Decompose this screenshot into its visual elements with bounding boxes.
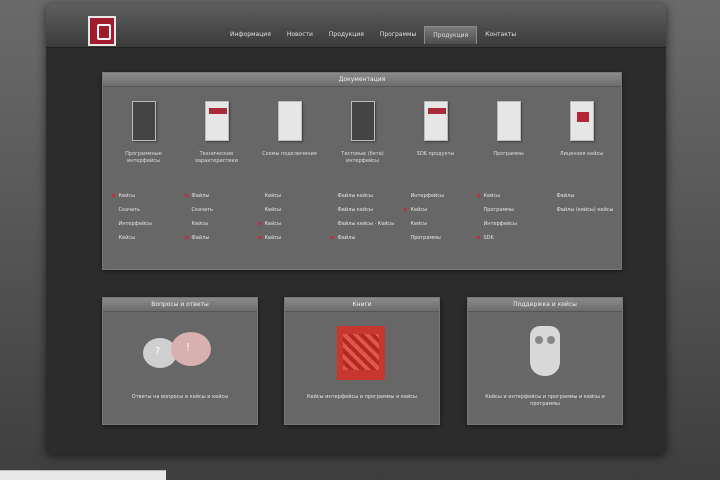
doc-link[interactable]: Кейсы [111,231,177,245]
doc-links: Интерфейсы Кейсы Кейсы Программы [403,189,469,245]
doc-link[interactable]: Файлы кейсы [330,189,396,203]
documentation-panel: Документация Программные интерфейсы Кейсы… [102,72,622,270]
card-title: Книги [285,298,439,312]
doc-link[interactable]: Кейсы [476,189,542,203]
doc-link[interactable]: Кейсы [403,203,469,217]
doc-name[interactable]: Программные интерфейсы [111,151,177,165]
document-thumbnail-icon[interactable] [496,101,521,141]
doc-link[interactable]: Файлы [184,231,250,245]
doc-link[interactable]: Кейсы [257,189,323,203]
doc-name[interactable]: Тестовые (бета) интерфейсы [330,151,396,165]
doc-column: Технические характеристики Файлы Скачать Ке… [180,91,253,245]
doc-name[interactable]: Программы [476,151,542,165]
doc-links: Кейсы Кейсы Кейсы Кейсы [257,189,323,245]
doc-column: SDK продукты Интерфейсы Кейсы Кейсы Программ… [399,91,472,245]
card-caption: Ответы на вопросы и кейсы и кейсы [131,394,229,400]
card-title: Поддержка и кейсы [468,298,622,312]
doc-link[interactable]: Программы [403,231,469,245]
brand-logo[interactable] [88,16,116,46]
card-caption: Кейсы и интерфейсы и программы и кейсы и… [485,394,605,407]
nav-item[interactable]: Продукция [424,26,478,44]
browser-status-bar [0,470,166,480]
doc-column: Программные интерфейсы Кейсы Скачать Интерф… [107,91,180,245]
doc-link[interactable]: Кейсы [184,217,250,231]
card-caption: Кейсы интерфейсы и программы и кейсы [307,394,417,400]
card-books[interactable]: Книги Кейсы интерфейсы и программы и кей… [284,297,440,425]
doc-links: Файлы Файлы (кейсы) кейсы [549,189,615,217]
doc-link[interactable]: Интерфейсы [403,189,469,203]
doc-link[interactable]: SDK [476,231,542,245]
doc-column: Тестовые (бета) интерфейсы Файлы кейсы Фай… [326,91,399,245]
doc-links: Кейсы Программы Интерфейсы SDK [476,189,542,245]
document-thumbnail-icon[interactable] [204,101,229,141]
card-support[interactable]: Поддержка и кейсы Кейсы и интерфейсы и п… [467,297,623,425]
nav-item[interactable]: Программы [372,26,424,44]
doc-link[interactable]: Файлы [330,231,396,245]
document-thumbnail-icon[interactable] [131,101,156,141]
document-thumbnail-icon[interactable] [569,101,594,141]
doc-link[interactable]: Интерфейсы [111,217,177,231]
doc-link[interactable]: Скачать [111,203,177,217]
speech-bubble-icon: ! [171,332,211,366]
main-nav: Информация Новости Продукция Программы Проду… [222,26,524,44]
document-thumbnail-icon[interactable] [423,101,448,141]
doc-column: Лицензия кейсы Файлы Файлы (кейсы) кейсы [545,91,618,245]
document-thumbnail-icon[interactable] [277,101,302,141]
doc-link[interactable]: Файлы (кейсы) кейсы [549,203,615,217]
header-bar: Информация Новости Продукция Программы Проду… [46,4,666,48]
doc-name[interactable]: Технические характеристики [184,151,250,165]
doc-link[interactable]: Скачать [184,203,250,217]
documentation-title: Документация [103,73,621,87]
nav-item[interactable]: Новости [279,26,321,44]
doc-link[interactable]: Файлы [549,189,615,203]
doc-name[interactable]: SDK продукты [403,151,469,165]
doc-link[interactable]: Кейсы [111,189,177,203]
owl-icon [530,326,560,376]
doc-links: Файлы кейсы Файлы кейсы Файлы кейсы · Кейс… [330,189,396,245]
doc-name[interactable]: Схемы подключения [257,151,323,165]
nav-item[interactable]: Контакты [477,26,524,44]
nav-item[interactable]: Информация [222,26,279,44]
doc-name[interactable]: Лицензия кейсы [549,151,615,165]
card-faq[interactable]: Вопросы и ответы ? ! Ответы на вопросы и… [102,297,258,425]
documentation-columns: Программные интерфейсы Кейсы Скачать Интерф… [107,91,619,245]
doc-links: Файлы Скачать Кейсы Файлы [184,189,250,245]
doc-link[interactable]: Кейсы [257,217,323,231]
doc-link[interactable]: Файлы кейсы · Кейсы [330,217,396,231]
doc-column: Схемы подключения Кейсы Кейсы Кейсы Кейсы [253,91,326,245]
nav-item[interactable]: Продукция [321,26,372,44]
doc-link[interactable]: Кейсы [403,217,469,231]
document-thumbnail-icon[interactable] [350,101,375,141]
doc-link[interactable]: Программы [476,203,542,217]
card-title: Вопросы и ответы [103,298,257,312]
doc-link[interactable]: Файлы кейсы [330,203,396,217]
doc-links: Кейсы Скачать Интерфейсы Кейсы [111,189,177,245]
doc-link[interactable]: Кейсы [257,203,323,217]
doc-column: Программы Кейсы Программы Интерфейсы SDK [472,91,545,245]
doc-link[interactable]: Кейсы [257,231,323,245]
doc-link[interactable]: Файлы [184,189,250,203]
book-icon [337,326,385,380]
doc-link[interactable]: Интерфейсы [476,217,542,231]
